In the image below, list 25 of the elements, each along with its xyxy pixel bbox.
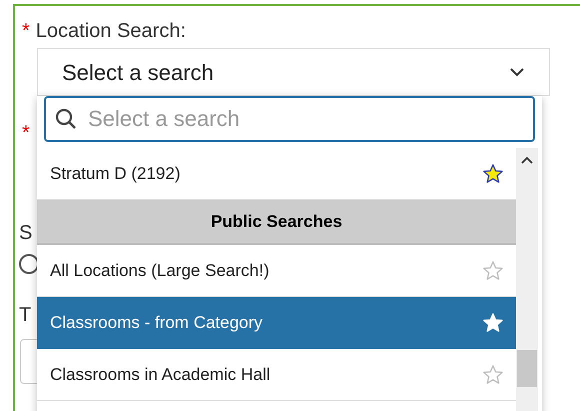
required-mark: *: [22, 122, 30, 144]
option-row[interactable]: Classrooms - from Category: [37, 297, 516, 349]
option-label: Classrooms - from Category: [50, 312, 263, 334]
search-icon: [54, 107, 78, 131]
scrollbar-thumb[interactable]: [517, 350, 537, 387]
star-icon[interactable]: [482, 364, 504, 386]
search-field[interactable]: Select a search: [44, 96, 535, 142]
option-label: Classrooms in Academic Hall: [50, 364, 270, 386]
field-label: Location Search:: [36, 19, 186, 44]
option-row[interactable]: Stratum D (2192): [37, 148, 516, 200]
option-row[interactable]: Classrooms in Academic Hall: [37, 349, 516, 401]
option-label: Stratum D (2192): [50, 162, 180, 185]
option-row[interactable]: All Locations (Large Search!): [37, 245, 516, 297]
star-icon[interactable]: [482, 162, 504, 184]
star-icon[interactable]: [482, 312, 504, 334]
required-mark: *: [22, 19, 30, 44]
field-label: T: [19, 304, 32, 326]
chevron-down-icon: [509, 67, 525, 77]
select-dropdown[interactable]: Select a search: [37, 48, 550, 96]
group-header: Public Searches: [37, 200, 516, 245]
option-label: All Locations (Large Search!): [50, 260, 270, 282]
scrollbar[interactable]: [516, 148, 538, 411]
star-icon[interactable]: [482, 260, 504, 282]
field-label: S: [19, 222, 32, 244]
scroll-up-icon: [521, 156, 533, 164]
